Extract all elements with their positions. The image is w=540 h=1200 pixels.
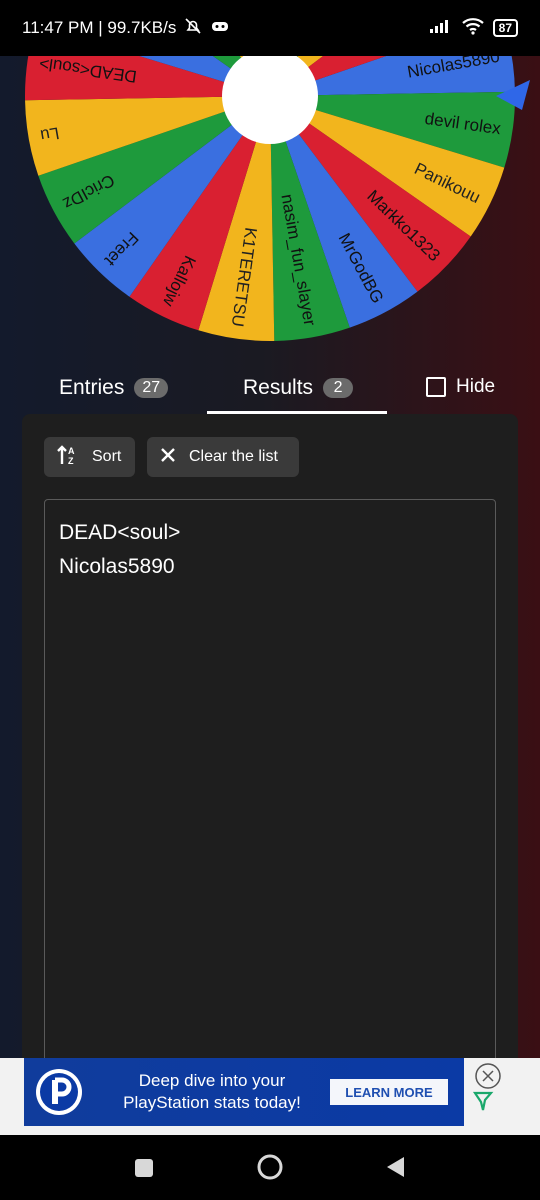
- wheel-segment-label: Lu: [39, 123, 61, 145]
- tab-results[interactable]: Results 2: [243, 376, 354, 400]
- tab-entries-label: Entries: [59, 376, 125, 399]
- results-textarea[interactable]: DEAD<soul> Nicolas5890: [44, 499, 496, 1119]
- wifi-icon: [461, 17, 485, 40]
- battery-icon: 87: [492, 19, 518, 37]
- ad-content[interactable]: Deep dive into your PlayStation stats to…: [24, 1058, 464, 1126]
- tab-bar: Entries 27 Results 2 Hide: [0, 360, 540, 416]
- sort-icon: AZ: [56, 444, 80, 471]
- clear-list-label: Clear the list: [189, 448, 278, 465]
- system-nav-bar: [0, 1135, 540, 1200]
- svg-text:Z: Z: [68, 456, 74, 466]
- entries-count-badge: 27: [134, 378, 169, 398]
- result-item: DEAD<soul>: [59, 521, 181, 544]
- close-icon: [159, 446, 177, 469]
- learn-more-button[interactable]: LEARN MORE: [330, 1079, 448, 1105]
- signal-icon: [429, 18, 453, 39]
- status-bar: 11:47 PM | 99.7KB/s 87: [0, 0, 540, 56]
- tab-results-label: Results: [243, 376, 314, 399]
- results-panel: AZ Sort Clear the list DEAD<soul> Nicola…: [22, 414, 518, 1119]
- hide-label: Hide: [456, 376, 496, 397]
- results-count-badge: 2: [323, 378, 354, 398]
- back-button-icon[interactable]: [384, 1155, 406, 1184]
- clear-list-button[interactable]: Clear the list: [147, 437, 299, 477]
- hide-toggle[interactable]: Hide: [426, 376, 495, 398]
- ad-logo-icon: [34, 1067, 84, 1122]
- home-button-icon[interactable]: [256, 1153, 284, 1186]
- svg-text:A: A: [68, 446, 75, 456]
- sort-label: Sort: [92, 448, 122, 465]
- wheel-center-hub[interactable]: [222, 48, 318, 144]
- ad-headline: Deep dive into your PlayStation stats to…: [123, 1071, 301, 1112]
- hide-checkbox[interactable]: [426, 377, 446, 397]
- recents-button-icon[interactable]: [133, 1157, 155, 1184]
- ad-choices-icon[interactable]: [472, 1090, 494, 1119]
- ad-banner[interactable]: Deep dive into your PlayStation stats to…: [0, 1058, 540, 1135]
- result-item: Nicolas5890: [59, 555, 175, 578]
- sort-button[interactable]: AZ Sort: [44, 437, 135, 477]
- tab-entries[interactable]: Entries 27: [59, 376, 169, 400]
- mute-bell-icon: [184, 17, 202, 40]
- status-time-speed: 11:47 PM | 99.7KB/s: [22, 18, 177, 37]
- gamepad-icon: [210, 18, 230, 39]
